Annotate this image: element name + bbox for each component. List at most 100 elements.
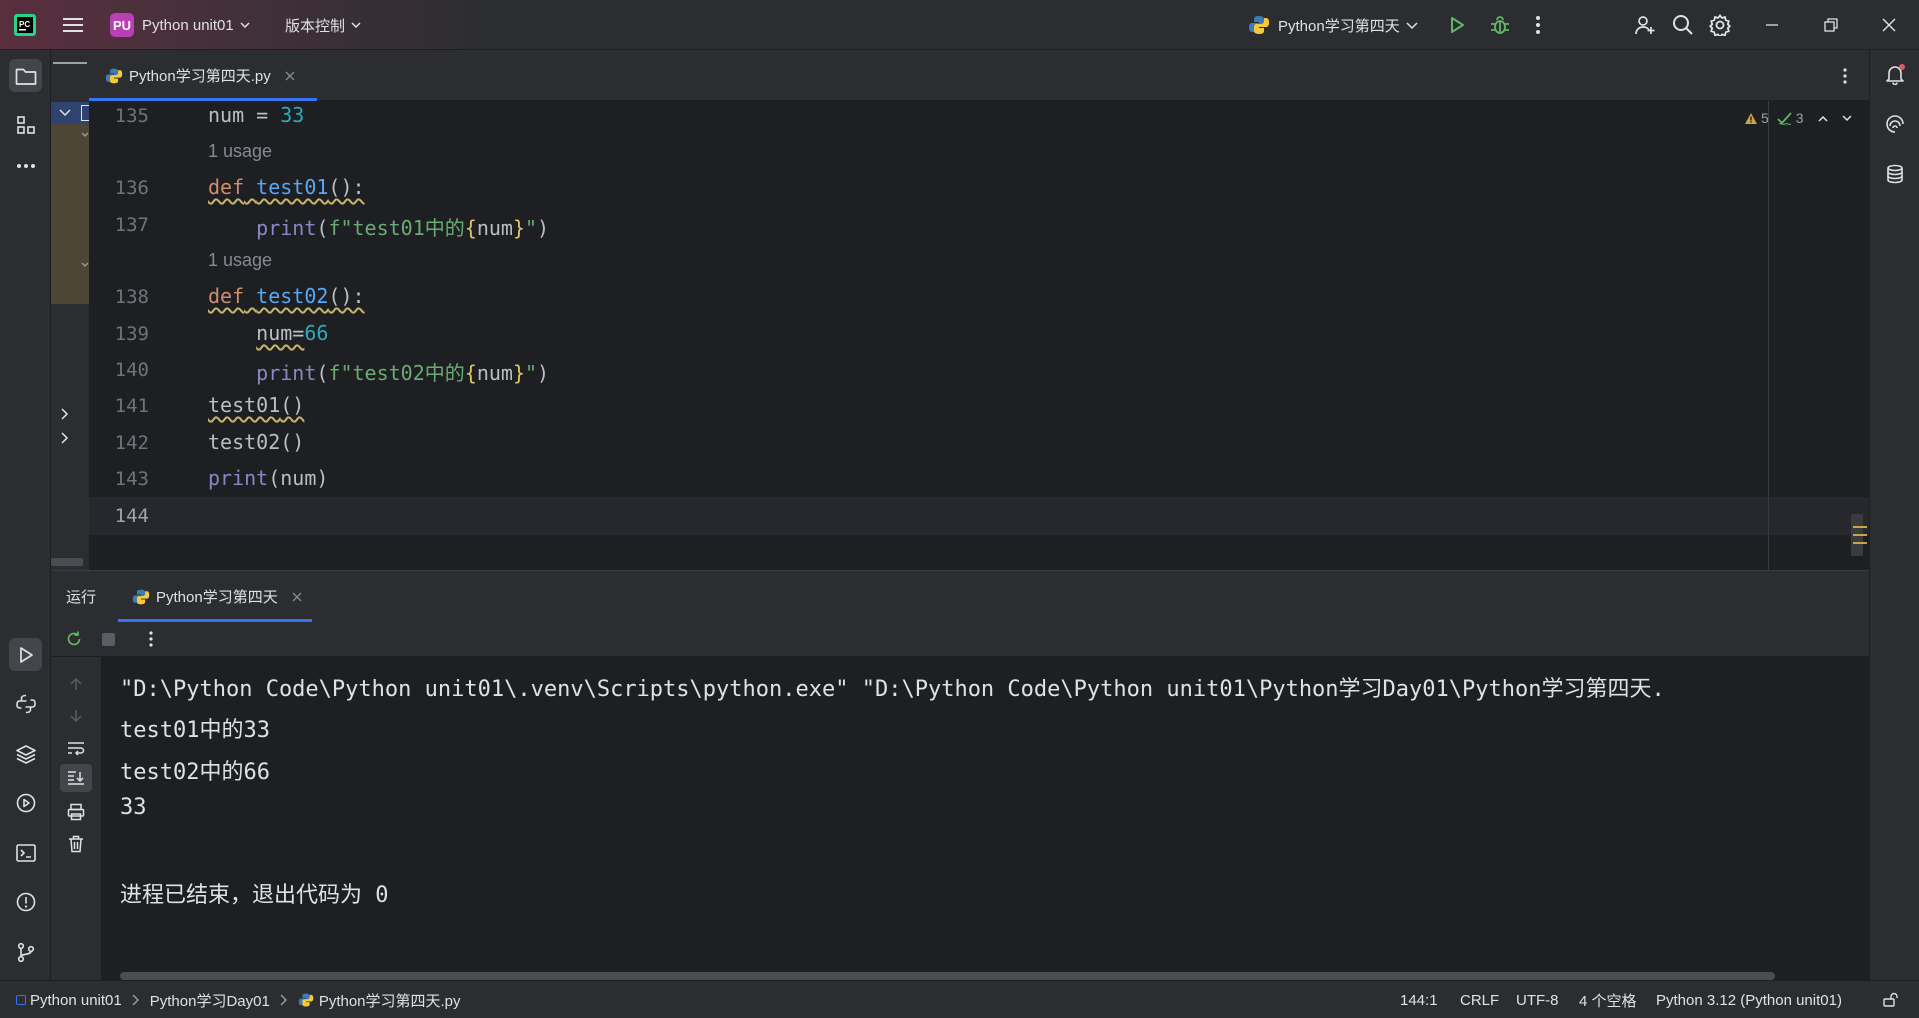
scroll-to-end-button[interactable] (60, 764, 92, 792)
code-line: def test01(): (208, 175, 365, 199)
project-badge: PU (110, 13, 134, 37)
usage-hint[interactable]: 1 usage (208, 141, 272, 162)
status-bar: Python unit01 Python学习Day01 Python学习第四天.… (0, 980, 1919, 1018)
line-number: 136 (114, 177, 149, 199)
python-interpreter[interactable]: Python 3.12 (Python unit01) (1656, 981, 1842, 1018)
run-tab[interactable]: Python学习第四天 (118, 571, 322, 622)
close-tab-icon[interactable] (285, 71, 295, 81)
main-menu-icon[interactable] (62, 0, 84, 50)
search-icon[interactable] (1672, 0, 1694, 50)
python-console-tool-button[interactable] (9, 687, 42, 720)
console-horizontal-scrollbar[interactable] (120, 972, 1775, 980)
more-actions-icon[interactable] (1535, 0, 1541, 50)
close-window-icon[interactable] (1882, 0, 1896, 50)
chevron-up-icon[interactable] (1818, 115, 1828, 122)
layers-icon (15, 744, 36, 764)
lock-icon[interactable] (1882, 981, 1898, 1018)
code-line: print(f"test01中的{num}") (256, 216, 550, 240)
code-line: test02() (208, 430, 305, 454)
file-encoding[interactable]: UTF-8 (1516, 981, 1559, 1018)
run-config-label: Python学习第四天 (1278, 17, 1400, 35)
run-tool-button[interactable] (9, 638, 42, 671)
chevron-down-icon (351, 22, 361, 28)
warning-icon (1745, 112, 1757, 124)
debug-button[interactable] (1489, 0, 1511, 50)
code-editor[interactable]: 5 3 135 136 137 138 139 140 141 142 143 … (89, 101, 1869, 570)
left-tool-strip (0, 50, 51, 980)
breadcrumb-project[interactable]: Python unit01 (30, 992, 122, 1009)
line-number: 142 (114, 432, 149, 454)
editor-tab-python-day4[interactable]: Python学习第四天.py (89, 50, 317, 101)
collapse-panel-icon[interactable] (53, 62, 87, 64)
project-tree-selected-row[interactable] (51, 102, 89, 124)
inspection-widget[interactable]: 5 3 (1744, 110, 1852, 126)
print-icon[interactable] (67, 803, 85, 821)
run-tool-icon (19, 646, 33, 663)
more-tools-button[interactable] (9, 149, 42, 182)
rerun-icon[interactable] (65, 630, 83, 648)
run-button[interactable] (1447, 0, 1467, 50)
pycharm-logo-icon[interactable]: PC (13, 0, 37, 50)
python-file-icon (105, 68, 123, 83)
chevron-down-icon (81, 132, 89, 137)
python-console-icon (15, 694, 36, 713)
run-tool-window: 运行 Python学习第四天 "D:\Python Code\Python un… (51, 570, 1869, 981)
settings-gear-icon[interactable] (1709, 0, 1731, 50)
code-line: def test02(): (208, 284, 365, 308)
title-bar: PC PU Python unit01 版本控制 Python学习第四天 (0, 0, 1919, 50)
trash-icon[interactable] (68, 835, 84, 853)
warning-stripe (1853, 534, 1867, 536)
soft-wrap-icon[interactable] (67, 740, 85, 756)
line-separator[interactable]: CRLF (1460, 981, 1499, 1018)
structure-tool-button[interactable] (9, 108, 42, 141)
arrow-down-icon[interactable] (69, 709, 83, 723)
structure-icon (16, 115, 35, 134)
add-user-icon[interactable] (1634, 0, 1656, 50)
project-selector[interactable]: PU Python unit01 (110, 0, 250, 50)
line-number-current: 144 (114, 505, 149, 527)
line-number: 143 (114, 468, 149, 490)
terminal-icon (15, 843, 36, 862)
more-actions-icon[interactable] (149, 631, 153, 647)
module-icon (16, 995, 26, 1005)
database-icon[interactable] (1884, 163, 1906, 185)
chevron-right-icon[interactable] (61, 408, 69, 420)
chevron-down-icon[interactable] (1842, 114, 1852, 122)
breadcrumb-folder[interactable]: Python学习Day01 (150, 990, 270, 1011)
line-number: 139 (114, 323, 149, 345)
chevron-down-icon (59, 109, 71, 117)
warning-stripe (1853, 542, 1867, 544)
run-config-selector[interactable]: Python学习第四天 (1248, 0, 1418, 50)
chevron-right-icon[interactable] (61, 432, 69, 444)
notifications-icon[interactable] (1884, 63, 1906, 85)
console-line: "D:\Python Code\Python unit01\.venv\Scri… (120, 677, 1665, 702)
usage-hint[interactable]: 1 usage (208, 250, 272, 271)
indent-setting[interactable]: 4 个空格 (1579, 981, 1637, 1018)
services-tool-button[interactable] (9, 786, 42, 819)
terminal-tool-button[interactable] (9, 836, 42, 869)
line-number: 135 (114, 105, 149, 127)
breadcrumb: Python unit01 Python学习Day01 Python学习第四天.… (16, 981, 461, 1018)
close-tab-icon[interactable] (292, 592, 302, 602)
python-packages-tool-button[interactable] (9, 737, 42, 770)
python-icon (132, 589, 150, 604)
vcs-menu[interactable]: 版本控制 (285, 0, 361, 50)
stop-icon[interactable] (102, 633, 115, 646)
line-number: 137 (114, 214, 149, 236)
tab-options-icon[interactable] (1843, 68, 1847, 84)
restore-icon[interactable] (1824, 0, 1838, 50)
project-tool-button[interactable] (9, 59, 42, 92)
caret-position[interactable]: 144:1 (1400, 981, 1438, 1018)
code-line: num=66 (256, 321, 329, 345)
breadcrumb-file[interactable]: Python学习第四天.py (319, 990, 461, 1011)
minimize-icon[interactable] (1765, 0, 1779, 50)
horizontal-scrollbar[interactable] (51, 558, 83, 566)
problems-tool-button[interactable] (9, 885, 42, 918)
typo-check-icon (1777, 111, 1792, 125)
run-side-toolbar (51, 657, 101, 981)
arrow-up-icon[interactable] (69, 677, 83, 691)
ai-assistant-icon[interactable] (1884, 113, 1906, 135)
current-line-highlight (89, 497, 1869, 535)
warning-stripe (1853, 526, 1867, 528)
git-tool-button[interactable] (9, 935, 42, 968)
